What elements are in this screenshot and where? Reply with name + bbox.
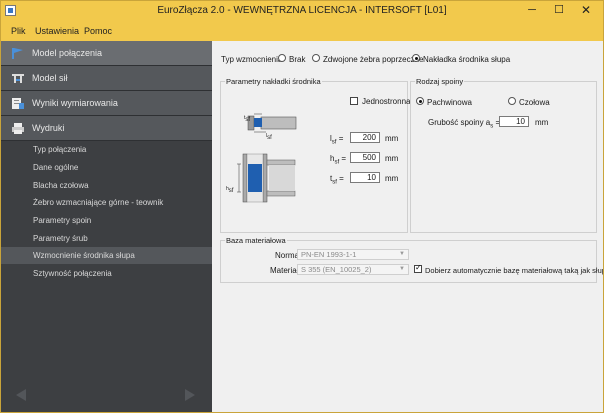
sidebar-item-parametry-srub[interactable]: Parametry śrub <box>33 234 88 243</box>
chevron-down-icon: ▼ <box>399 266 405 272</box>
flag-icon <box>12 48 23 59</box>
main-panel: Typ wzmocnienia Brak Zdwojone żebra popr… <box>212 41 603 412</box>
one-sided-checkbox[interactable] <box>350 97 358 105</box>
tsf-input[interactable]: 10 <box>350 172 380 183</box>
sidebar-item-parametry-spoin[interactable]: Parametry spoin <box>33 216 91 225</box>
radio-nakladka[interactable] <box>412 54 420 62</box>
norm-select-value: PN-EN 1993-1-1 <box>301 250 357 259</box>
weld-type-title: Rodzaj spoiny <box>415 77 465 86</box>
plate-params-title: Parametry nakładki środnika <box>225 77 322 86</box>
sidebar-item-blacha-czolowa[interactable]: Blacha czołowa <box>33 181 89 190</box>
sidebar-section-label: Model połączenia <box>32 48 103 58</box>
sidebar-section-model-polaczenia[interactable]: Model połączenia <box>1 41 212 66</box>
menu-pomoc[interactable]: Pomoc <box>84 26 112 36</box>
radio-nakladka-label[interactable]: Nakładka środnika słupa <box>423 55 510 64</box>
sidebar-item-typ-polaczenia[interactable]: Typ połączenia <box>33 145 86 154</box>
material-label: Materiał <box>270 266 299 275</box>
diagram-l-label: lsf <box>266 133 272 141</box>
sidebar-section-label: Wyniki wymiarowania <box>32 98 118 108</box>
plate-params-group: Parametry nakładki środnika Jednostronna <box>220 77 411 233</box>
chevron-down-icon: ▼ <box>399 251 405 257</box>
weld-thickness-unit: mm <box>535 118 549 127</box>
radio-brak-label[interactable]: Brak <box>289 55 305 64</box>
diagram-t-label: tsf <box>244 115 251 123</box>
sidebar-item-dane-ogolne[interactable]: Dane ogólne <box>33 163 78 172</box>
radio-zdwojone-zebra[interactable] <box>312 54 320 62</box>
results-icon <box>12 98 24 109</box>
material-title: Baza materiałowa <box>225 236 287 245</box>
forces-model-icon <box>12 74 24 83</box>
menu-bar: Plik Ustawienia Pomoc <box>1 21 603 41</box>
app-window: EuroZłącza 2.0 - WEWNĘTRZNA LICENCJA - I… <box>0 0 604 413</box>
sidebar: Model połączenia Model sił Wyniki wymiar… <box>1 41 212 412</box>
lsf-label: lsf = <box>330 134 344 146</box>
hsf-label: hsf = <box>330 154 347 166</box>
hsf-unit: mm <box>385 154 399 163</box>
minimize-button[interactable]: ─ <box>519 1 545 21</box>
sidebar-item-zebro-wzmacniajace[interactable]: Żebro wzmacniające górne - teownik <box>33 198 163 207</box>
radio-czolowa-label[interactable]: Czołowa <box>519 98 550 107</box>
auto-material-checkbox[interactable] <box>414 263 422 273</box>
back-arrow-icon[interactable] <box>16 389 26 401</box>
hsf-input[interactable]: 500 <box>350 152 380 163</box>
sidebar-section-wyniki[interactable]: Wyniki wymiarowania <box>1 91 212 116</box>
material-group: Baza materiałowa Norma PN-EN 1993-1-1 ▼ … <box>220 236 603 283</box>
forward-arrow-icon[interactable] <box>185 389 195 401</box>
lsf-unit: mm <box>385 134 399 143</box>
sidebar-item-wzmocnienie-srodnika[interactable]: Wzmocnienie środnika słupa <box>33 251 135 260</box>
sidebar-section-model-sil[interactable]: Model sił <box>1 66 212 91</box>
norm-select[interactable]: PN-EN 1993-1-1 ▼ <box>297 249 409 260</box>
plate-diagram <box>237 113 297 203</box>
radio-czolowa[interactable] <box>508 97 516 105</box>
lsf-input[interactable]: 200 <box>350 132 380 143</box>
diagram-h-label: hsf <box>226 186 234 194</box>
maximize-button[interactable]: ☐ <box>546 1 572 21</box>
sidebar-item-sztywnosc[interactable]: Sztywność połączenia <box>33 269 112 278</box>
norm-label: Norma <box>275 251 300 260</box>
weld-thickness-input[interactable]: 10 <box>499 116 529 127</box>
material-select[interactable]: S 355 (EN_10025_2) ▼ <box>297 264 409 275</box>
weld-thickness-label: Grubość spoiny as = <box>428 118 501 130</box>
radio-pachwinowa[interactable] <box>416 97 424 105</box>
radio-brak[interactable] <box>278 54 286 62</box>
title-bar[interactable]: EuroZłącza 2.0 - WEWNĘTRZNA LICENCJA - I… <box>1 1 603 21</box>
material-select-value: S 355 (EN_10025_2) <box>301 265 372 274</box>
menu-plik[interactable]: Plik <box>11 26 26 36</box>
menu-ustawienia[interactable]: Ustawienia <box>35 26 79 36</box>
tsf-label: tsf = <box>330 174 344 186</box>
sidebar-section-wydruki[interactable]: Wydruki <box>1 116 212 141</box>
auto-material-label: Dobierz automatycznie bazę materiałową t… <box>425 266 604 275</box>
radio-zdwojone-zebra-label[interactable]: Zdwojone żebra poprzeczne <box>323 55 424 64</box>
sidebar-section-label: Model sił <box>32 73 68 83</box>
weld-type-group: Rodzaj spoiny Pachwinowa Czołowa Grubość… <box>410 77 597 233</box>
tsf-unit: mm <box>385 174 399 183</box>
one-sided-label: Jednostronna <box>362 97 411 106</box>
printer-icon <box>12 123 24 134</box>
window-title: EuroZłącza 2.0 - WEWNĘTRZNA LICENCJA - I… <box>157 5 447 16</box>
sidebar-section-label: Wydruki <box>32 123 65 133</box>
close-button[interactable]: ✕ <box>573 1 599 21</box>
reinforcement-type-label: Typ wzmocnienia <box>221 55 283 64</box>
radio-pachwinowa-label[interactable]: Pachwinowa <box>427 98 472 107</box>
